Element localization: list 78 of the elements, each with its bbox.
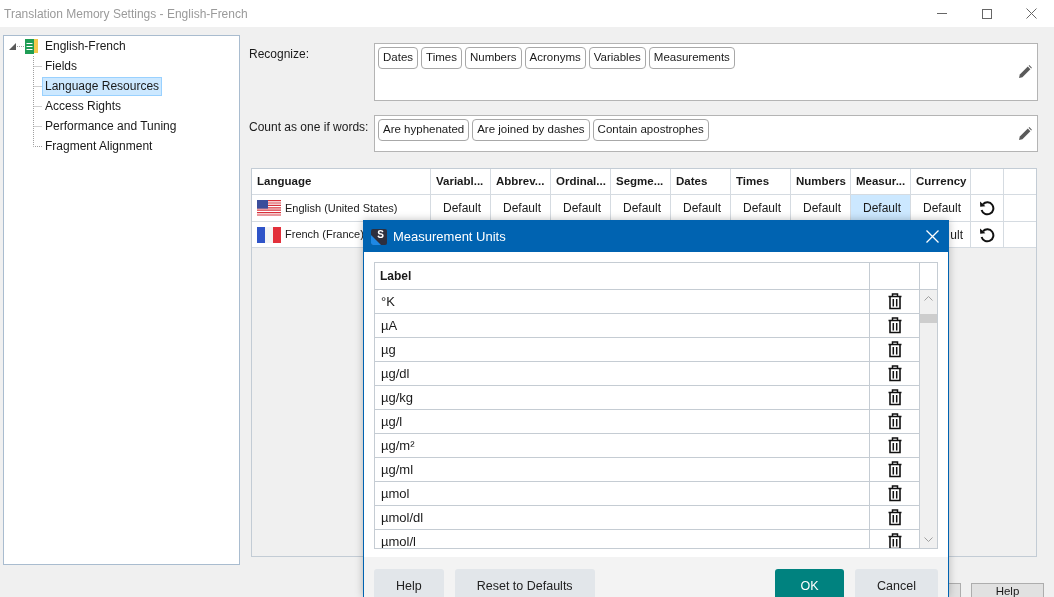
table-cell: µg/m² [375,434,870,457]
edit-pencil-icon[interactable] [1018,65,1032,79]
tree-line [33,76,42,96]
tree-item[interactable]: Language Resources [42,76,163,96]
table-cell: µg/l [375,410,870,433]
table-cell: µg/ml [375,458,870,481]
expanded-arrow-icon[interactable] [9,42,16,50]
trash-icon[interactable] [887,509,902,526]
trash-icon[interactable] [887,365,902,382]
dialog-button[interactable]: Reset to Defaults [454,569,595,597]
tag: Are joined by dashes [472,119,590,141]
scrollbar-thumb[interactable] [920,314,937,323]
table-cell: µA [375,314,870,337]
column-header: Language [252,169,431,194]
edit-pencil-icon[interactable] [1018,126,1032,141]
tag: Measurements [648,47,735,69]
dialog-button[interactable]: Cancel [855,569,938,597]
column-header: Currency [911,169,971,194]
language-name: English (United States) [285,200,398,216]
table-cell: µmol [375,482,870,505]
column-header: Times [731,169,791,194]
table-cell: µg/dl [375,362,870,385]
close-icon [925,230,939,243]
table-cell: µg/kg [375,386,870,409]
column-header: Ordinal... [551,169,611,194]
flag-icon [257,226,281,243]
close-icon [1026,8,1037,19]
database-icon [25,38,38,54]
table-cell: µmol/dl [375,506,870,529]
tree-line [17,45,24,47]
trash-icon[interactable] [887,341,902,358]
trash-icon[interactable] [887,413,902,430]
tag: Are hyphenated [378,119,470,141]
dialog-button[interactable]: Help [374,569,444,597]
scrollbar[interactable] [920,290,937,548]
tree-item[interactable]: Fields [42,56,80,76]
table-cell: µmol/l [375,530,870,548]
table-cell: °K [375,290,870,313]
tag: Times [421,47,462,69]
field-label: Count as one if words: [249,119,370,136]
tag: Contain apostrophes [592,119,709,141]
primary-button[interactable]: OK [775,569,845,597]
tree-item[interactable]: Performance and Tuning [42,116,180,136]
tree-line [33,96,42,116]
column-header: Numbers [791,169,851,194]
language-name: French (France) [285,227,364,243]
tree-line [33,56,42,76]
reset-arrow-icon[interactable] [979,226,995,243]
column-header: Variabl... [431,169,491,194]
trash-icon[interactable] [887,293,902,310]
tag: Variables [588,47,646,69]
trash-icon[interactable] [887,485,902,502]
trash-icon[interactable] [887,533,902,548]
reset-arrow-icon[interactable] [979,200,995,216]
maximize-icon [981,8,992,19]
tag: Dates [378,47,419,69]
table-cell: µg [375,338,870,361]
minimize-icon [936,13,947,14]
column-header: Label [375,263,870,289]
help-button[interactable]: Help [971,583,1044,597]
column-header: Dates [671,169,731,194]
window-title: Translation Memory Settings - English-French [3,5,248,23]
tag: Acronyms [524,47,586,69]
trash-icon[interactable] [887,437,902,454]
column-header: Segme... [611,169,671,194]
tree-item[interactable]: English-French [45,37,126,55]
flag-icon [257,200,281,216]
column-header: Measur... [851,169,911,194]
trash-icon[interactable] [887,317,902,334]
app-logo: S [371,228,387,245]
table-cell[interactable]: Default [851,195,911,221]
field-label: Recognize: [249,46,311,63]
column-header: Abbrev... [491,169,551,194]
tree-item[interactable]: Access Rights [42,96,125,116]
tree-item[interactable]: Fragment Alignment [42,136,156,156]
trash-icon[interactable] [887,389,902,406]
tag: Numbers [464,47,522,69]
trash-icon[interactable] [887,461,902,478]
